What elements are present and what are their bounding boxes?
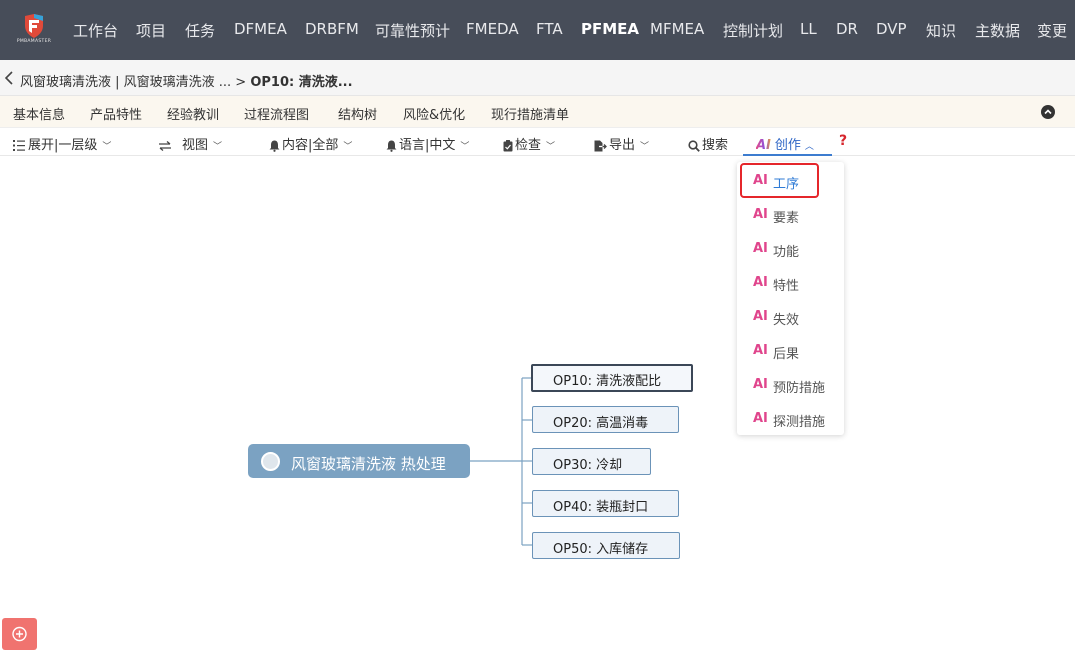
plus-circle-icon — [12, 626, 27, 642]
node-collapse-circle-icon[interactable] — [261, 452, 280, 471]
node-label: OP50: 入库储存 — [553, 542, 649, 557]
floating-add-button[interactable] — [2, 618, 37, 650]
node-label: OP10: 清洗液配比 — [553, 374, 662, 389]
mindmap-node-op20[interactable]: OP20: 高温消毒 — [532, 406, 679, 433]
node-label: OP40: 装瓶封口 — [553, 500, 649, 515]
node-label: OP30: 冷却 — [553, 458, 623, 473]
root-node-label: 风窗玻璃清洗液 热处理 — [291, 455, 446, 473]
mindmap-node-op40[interactable]: OP40: 装瓶封口 — [532, 490, 679, 517]
node-label: OP20: 高温消毒 — [553, 416, 649, 431]
mindmap-node-op10[interactable]: OP10: 清洗液配比 — [531, 364, 693, 392]
mindmap-node-op50[interactable]: OP50: 入库储存 — [532, 532, 680, 559]
mindmap-node-op30[interactable]: OP30: 冷却 — [532, 448, 651, 475]
mindmap-root-node[interactable]: 风窗玻璃清洗液 热处理 — [248, 444, 470, 478]
